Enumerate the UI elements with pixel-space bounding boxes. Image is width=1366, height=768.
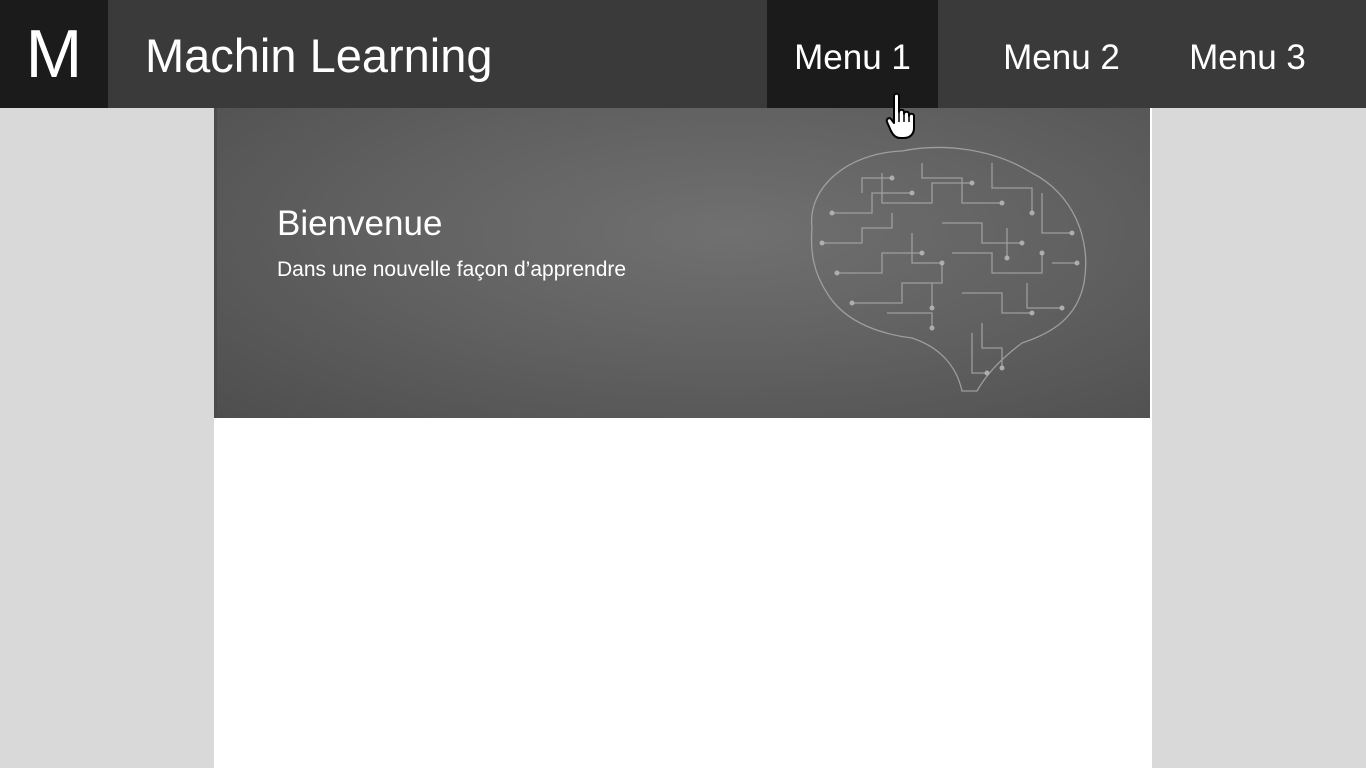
circuit-brain-icon (810, 146, 1087, 392)
main-content: Bienvenue Dans une nouvelle façon d’appr… (214, 108, 1152, 768)
hero-banner: Bienvenue Dans une nouvelle façon d’appr… (214, 108, 1150, 418)
top-navigation-bar: M Machin Learning Menu 1 Menu 2 Menu 3 (0, 0, 1366, 108)
site-title: Machin Learning (145, 29, 493, 82)
hand-pointer-cursor-icon (885, 92, 915, 139)
logo-button[interactable]: M (0, 0, 108, 108)
hero-title: Bienvenue (277, 204, 443, 243)
menu-item-2[interactable]: Menu 2 (990, 0, 1133, 108)
menu-item-3[interactable]: Menu 3 (1176, 0, 1319, 108)
hero-subtitle: Dans une nouvelle façon d’apprendre (277, 258, 627, 281)
